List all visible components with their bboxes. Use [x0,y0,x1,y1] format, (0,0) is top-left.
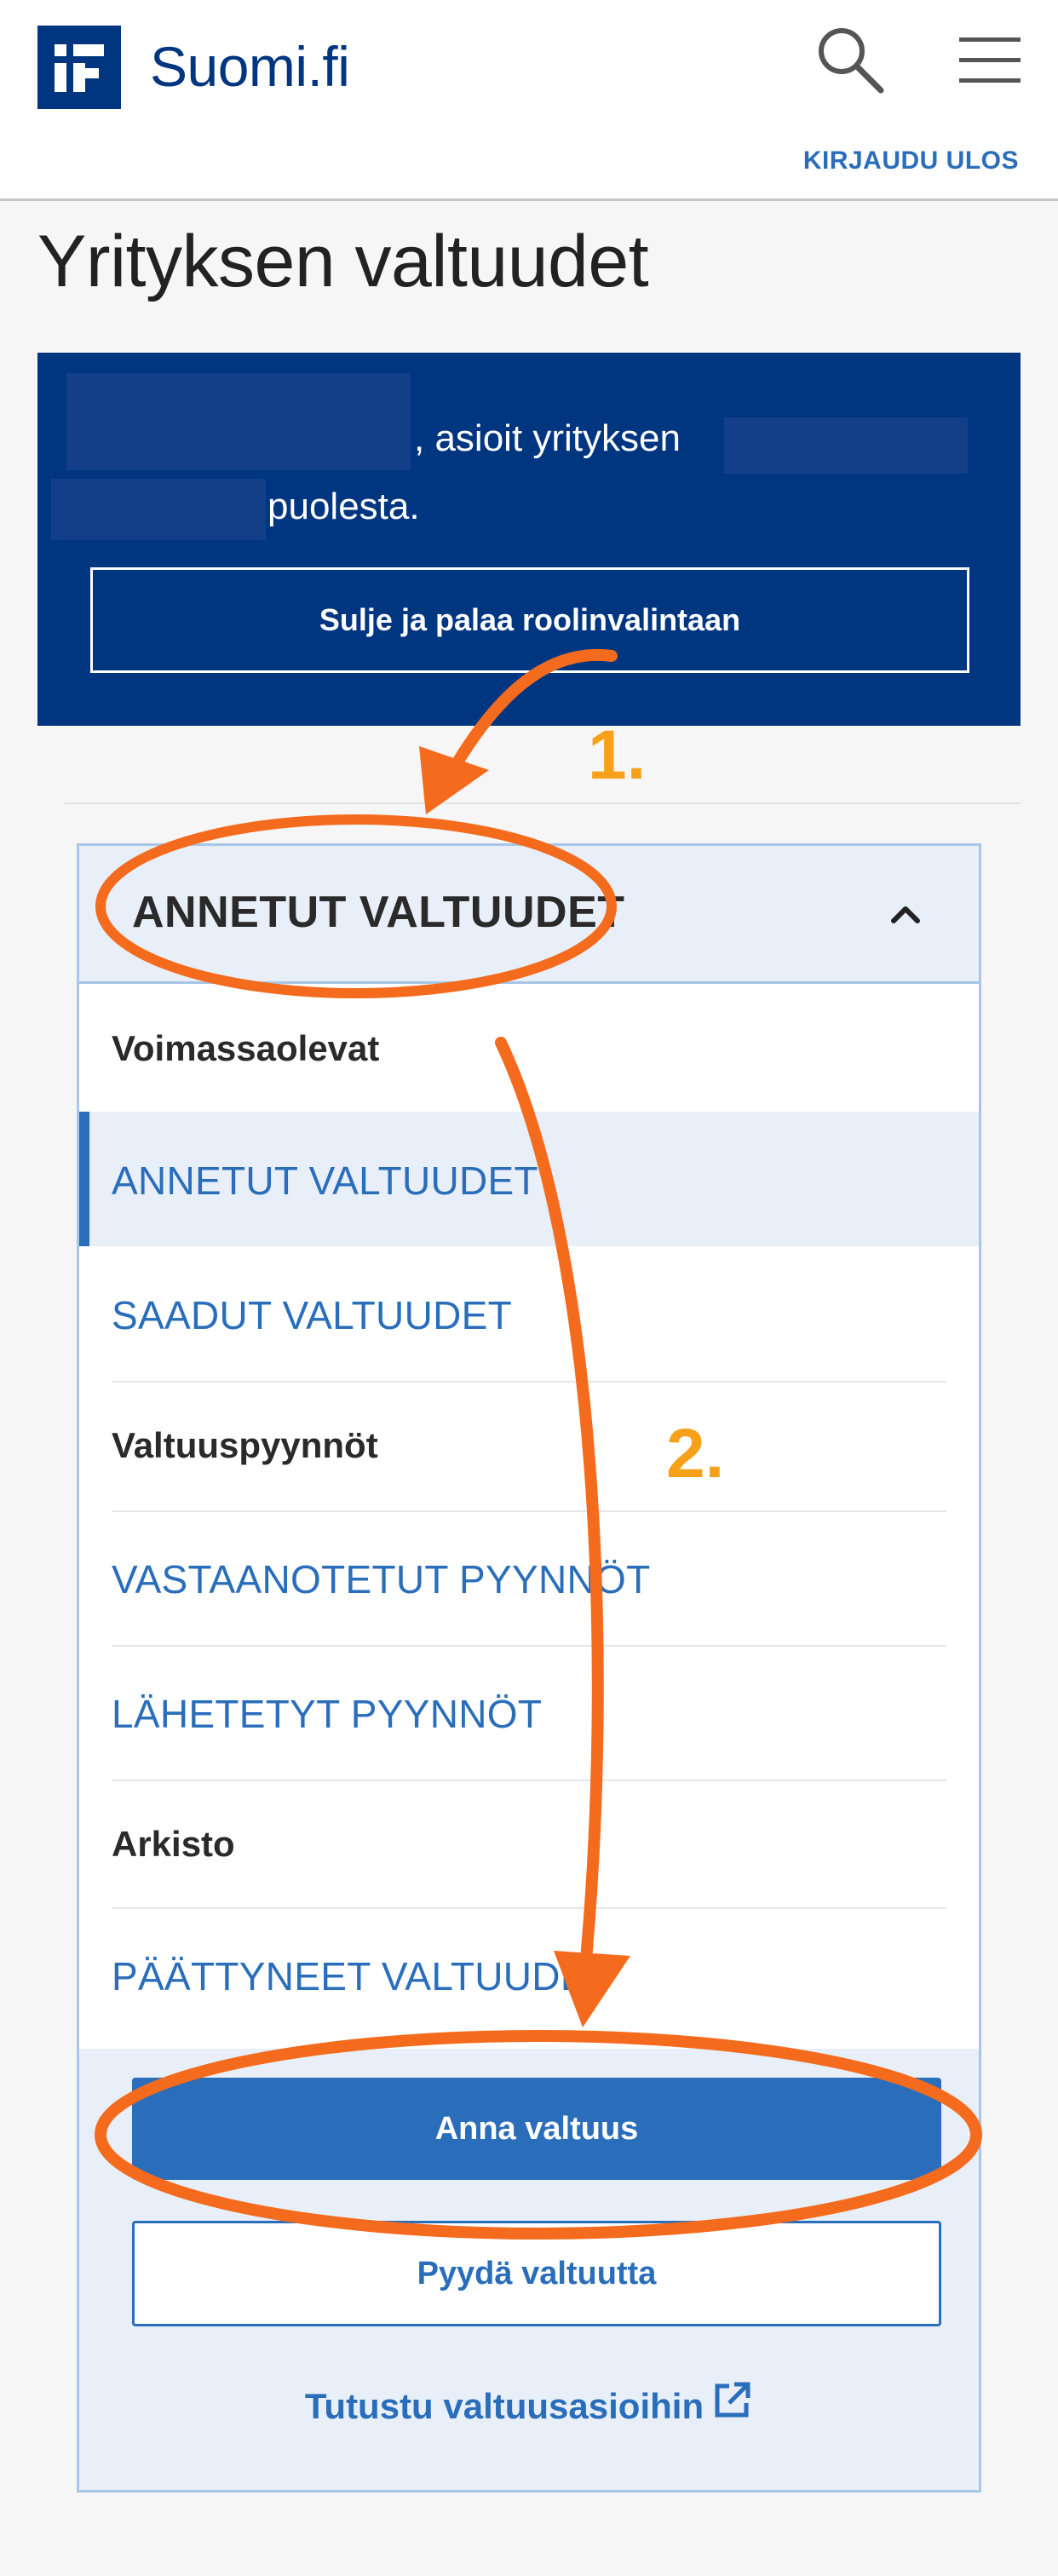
section-label-voimassaolevat: Voimassaolevat [112,1028,380,1068]
divider [65,802,1021,804]
logo-text[interactable]: Suomi.fi [150,34,350,99]
banner-text-part1: , asioit yrityksen [414,417,681,459]
nav-link-paattyneet-valtuudet[interactable]: PÄÄTTYNEET VALTUUDET [112,1953,611,1999]
search-icon[interactable] [814,24,886,95]
action-area: Anna valtuus Pyydä valtuutta Tutustu val… [79,2049,979,2490]
request-authorization-button[interactable]: Pyydä valtuutta [132,2221,941,2326]
logout-link[interactable]: KIRJAUDU ULOS [803,147,1019,175]
learn-more-link-label: Tutustu valtuusasioihin [304,2386,704,2426]
annotation-step-1: 1. [588,716,647,794]
redacted-company [724,417,968,474]
redacted-name [66,373,411,470]
row-separator [112,1510,946,1512]
row-separator [112,1907,946,1909]
chevron-up-icon[interactable] [882,890,929,938]
section-label-valtuuspyynnot: Valtuuspyynnöt [112,1425,378,1465]
role-banner: , asioit yrityksen puolesta. Sulje ja pa… [37,353,1021,726]
row-separator [112,1780,946,1781]
annotation-step-2: 2. [666,1415,725,1492]
accordion-title: ANNETUT VALTUUDET [132,888,625,937]
nav-link-lahetetyt-pyynnot[interactable]: LÄHETETYT PYYNNÖT [112,1691,542,1737]
site-header: Suomi.fi KIRJAUDU ULOS [0,0,1058,201]
learn-more-link[interactable]: Tutustu valtuusasioihin [79,2379,979,2427]
redacted-company-cont [51,479,266,540]
give-authorization-button[interactable]: Anna valtuus [132,2078,941,2180]
banner-text-part2: puolesta. [267,486,420,527]
row-separator [112,1381,946,1383]
navigation-panel: ANNETUT VALTUUDET Voimassaolevat ANNETUT… [77,843,981,2493]
nav-link-saadut-valtuudet[interactable]: SAADUT VALTUUDET [112,1292,512,1338]
nav-link-annetut-valtuudet[interactable]: ANNETUT VALTUUDET [112,1158,538,1204]
section-label-arkisto: Arkisto [112,1824,235,1864]
hamburger-menu-icon[interactable] [957,34,1022,85]
nav-link-vastaanotetut-pyynnot[interactable]: VASTAANOTETUT PYYNNÖT [112,1556,651,1602]
arrow-head-step1 [419,746,489,814]
page-title: Yrityksen valtuudet [37,221,649,302]
close-and-return-button[interactable]: Sulje ja palaa roolinvalintaan [90,567,969,673]
suomi-fi-logo-icon[interactable] [37,26,121,109]
external-link-icon [710,2379,753,2422]
accordion-header[interactable]: ANNETUT VALTUUDET [79,846,979,984]
row-separator [112,1645,946,1647]
